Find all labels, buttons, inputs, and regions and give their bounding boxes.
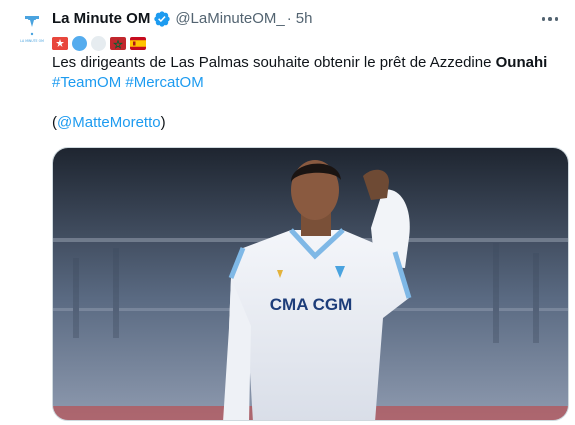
om-logo-icon: LA MINUTE OM — [12, 9, 52, 49]
tweet-media-image[interactable]: CMA CGM — [52, 147, 569, 421]
tweet-text-line: Les dirigeants de Las Palmas souhaite ob… — [52, 53, 569, 73]
om-badge-icon — [52, 36, 68, 50]
timestamp[interactable]: 5h — [296, 9, 313, 29]
separator-dot: · — [286, 10, 292, 27]
verified-badge-icon — [153, 10, 171, 28]
svg-text:LA MINUTE OM: LA MINUTE OM — [20, 39, 44, 43]
tweet-text: Les dirigeants de Las Palmas souhaite ob… — [52, 53, 569, 133]
hashtag-mercatom[interactable]: #MercatOM — [125, 74, 203, 91]
handle[interactable]: @LaMinuteOM_ — [175, 9, 284, 29]
blue-circle-icon — [72, 35, 87, 51]
tweet-text-bold: Ounahi — [495, 54, 548, 71]
spain-flag-icon — [130, 36, 146, 50]
morocco-flag-icon — [110, 36, 126, 50]
hashtags-line: #TeamOM #MercatOM — [52, 73, 569, 93]
tweet-card[interactable]: LA MINUTE OM La Minute OM @LaMinuteOM_ ·… — [0, 0, 575, 425]
profile-badges — [52, 33, 569, 53]
source-line: (@MatteMoretto) — [52, 113, 569, 133]
source-close-paren: ) — [160, 114, 166, 131]
shirt-sponsor-text: CMA CGM — [270, 295, 352, 314]
avatar[interactable]: LA MINUTE OM — [12, 9, 52, 49]
display-name[interactable]: La Minute OM — [52, 9, 150, 29]
tweet-text-body: Les dirigeants de Las Palmas souhaite ob… — [52, 54, 496, 71]
mention-mattemoretto[interactable]: @MatteMoretto — [57, 114, 161, 131]
white-circle-icon — [91, 35, 106, 51]
hashtag-teamom[interactable]: #TeamOM — [52, 74, 121, 91]
player-photo: CMA CGM — [53, 148, 568, 420]
more-options-icon[interactable] — [535, 8, 565, 30]
tweet-header: La Minute OM @LaMinuteOM_ · 5h — [52, 8, 569, 30]
tweet-content: La Minute OM @LaMinuteOM_ · 5h Les dirig… — [52, 8, 569, 133]
